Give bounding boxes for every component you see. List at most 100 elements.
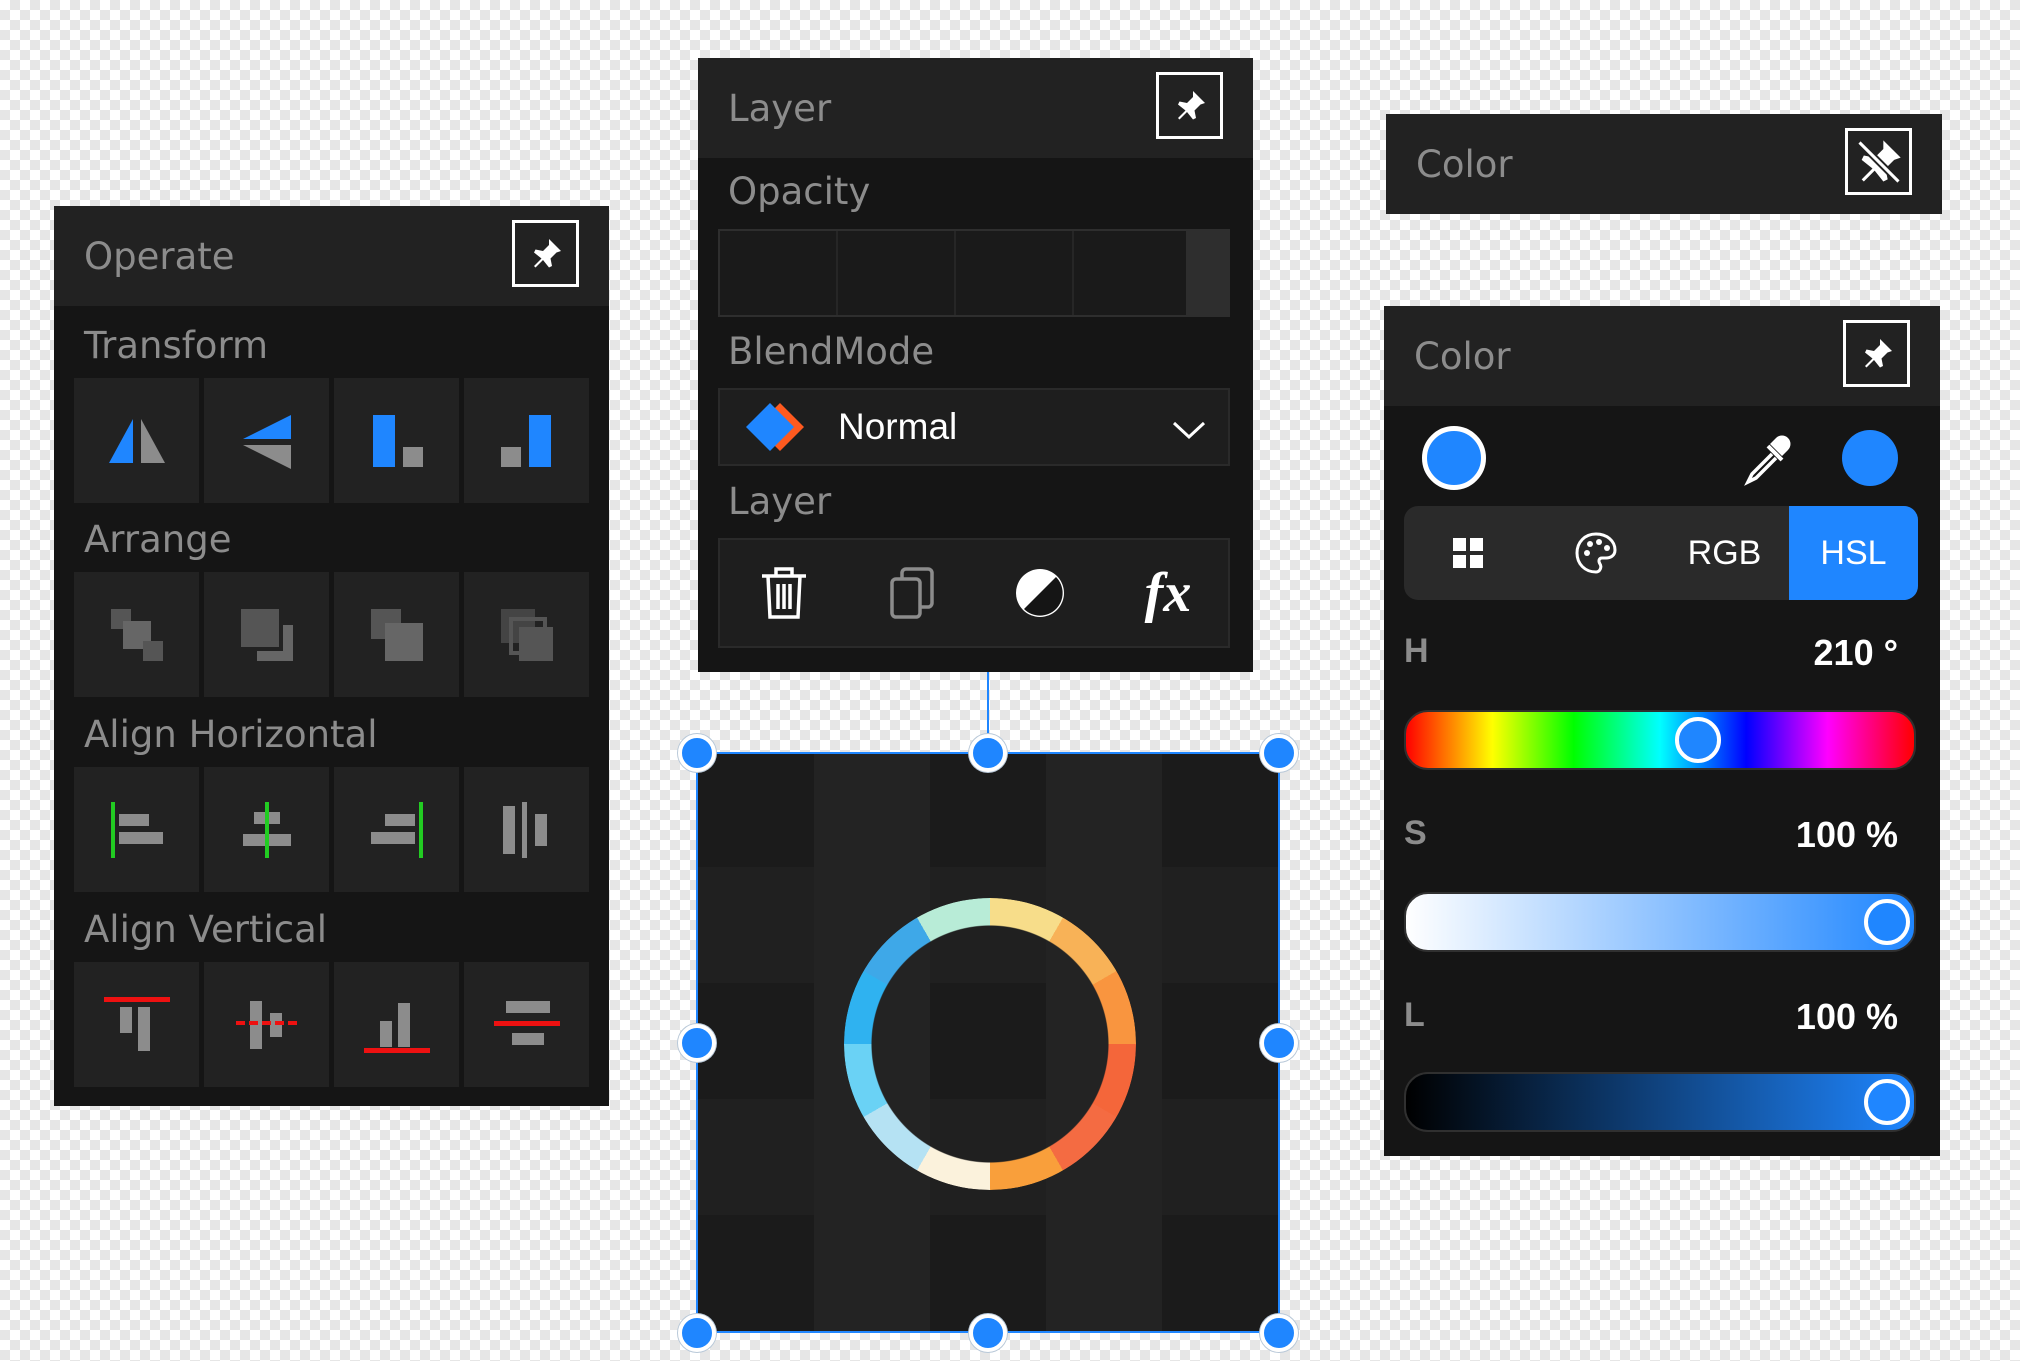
unpin-button[interactable] — [1845, 128, 1912, 195]
align-horizontal-section-label: Align Horizontal — [84, 713, 378, 756]
delete-button[interactable] — [720, 540, 848, 646]
align-right-icon — [370, 801, 423, 858]
flip-horizontal-icon — [108, 418, 165, 463]
lightness-slider[interactable] — [1404, 1072, 1916, 1132]
current-color-swatch[interactable] — [1422, 426, 1486, 490]
align-left-button[interactable] — [74, 767, 199, 892]
bring-to-front-icon — [110, 608, 163, 661]
hue-slider[interactable] — [1404, 710, 1916, 770]
resize-handle-top-left[interactable] — [678, 734, 716, 772]
tab-swatches[interactable] — [1404, 506, 1532, 600]
layer-panel-title: Layer — [728, 86, 832, 130]
resize-handle-left[interactable] — [678, 1024, 716, 1062]
fx-button[interactable]: fx — [1104, 540, 1232, 646]
canvas-object[interactable] — [696, 752, 1280, 1333]
color-mode-tabs: RGB HSL — [1404, 506, 1918, 600]
align-bottom-left-button[interactable] — [334, 378, 459, 503]
saturation-value: 100 % — [1795, 814, 1898, 855]
lightness-label: L — [1404, 996, 1425, 1034]
resize-handle-top-right[interactable] — [1260, 734, 1298, 772]
align-left-icon — [110, 801, 163, 858]
color-panel-header[interactable]: Color — [1384, 306, 1940, 406]
duplicate-icon — [890, 567, 934, 619]
align-vertical-section-label: Align Vertical — [84, 908, 328, 951]
send-backward-button[interactable] — [464, 572, 589, 697]
tab-rgb[interactable]: RGB — [1660, 506, 1789, 600]
resize-handle-bottom-right[interactable] — [1260, 1314, 1298, 1352]
selected-color-preview[interactable] — [1842, 430, 1898, 486]
saturation-slider[interactable] — [1404, 892, 1916, 952]
operate-panel: Operate Transform Arrange Align Horizont… — [54, 206, 609, 1106]
color-panel: Color RGB HSL H 210 ° S 100 % L 100 % — [1384, 306, 1940, 1156]
pin-icon — [1177, 90, 1205, 119]
resize-handle-top[interactable] — [969, 734, 1007, 772]
bring-forward-icon — [370, 608, 423, 661]
opacity-slider[interactable] — [718, 229, 1230, 317]
distribute-horizontal-button[interactable] — [464, 767, 589, 892]
flip-horizontal-button[interactable] — [74, 378, 199, 503]
fx-icon: fx — [1144, 562, 1192, 624]
pin-button[interactable] — [512, 220, 579, 287]
adjustment-icon — [1016, 569, 1064, 617]
align-bottom-right-icon — [500, 414, 551, 467]
color-panel-collapsed: Color — [1386, 114, 1942, 214]
blendmode-dropdown[interactable]: Normal — [718, 388, 1230, 466]
align-center-icon — [242, 801, 291, 858]
tab-palette[interactable] — [1532, 506, 1660, 600]
hue-label: H — [1404, 632, 1429, 670]
arrange-section-label: Arrange — [84, 518, 232, 561]
hue-slider-thumb[interactable] — [1675, 717, 1721, 763]
transform-section-label: Transform — [84, 324, 269, 367]
blendmode-label: BlendMode — [728, 330, 935, 373]
saturation-slider-thumb[interactable] — [1864, 899, 1910, 945]
distribute-horizontal-icon — [502, 801, 547, 858]
pin-button[interactable] — [1843, 320, 1910, 387]
opacity-slider-thumb[interactable] — [1186, 231, 1228, 315]
color-panel-collapsed-header[interactable]: Color — [1386, 114, 1942, 214]
operate-panel-header[interactable]: Operate — [54, 206, 609, 306]
layer-actions-label: Layer — [728, 480, 832, 523]
send-to-back-icon — [240, 608, 293, 661]
bring-to-front-button[interactable] — [74, 572, 199, 697]
layer-actions-bar: fx — [718, 538, 1230, 648]
flip-vertical-icon — [242, 414, 291, 469]
tab-hsl-label: HSL — [1820, 533, 1887, 572]
distribute-vertical-button[interactable] — [464, 962, 589, 1087]
tab-rgb-label: RGB — [1687, 533, 1762, 572]
align-bottom-right-button[interactable] — [464, 378, 589, 503]
send-backward-icon — [500, 608, 553, 661]
layer-panel-header[interactable]: Layer — [698, 58, 1253, 158]
lightness-slider-thumb[interactable] — [1864, 1079, 1910, 1125]
align-center-button[interactable] — [204, 767, 329, 892]
duplicate-button[interactable] — [848, 540, 976, 646]
chevron-down-icon — [1172, 421, 1206, 440]
resize-handle-right[interactable] — [1260, 1024, 1298, 1062]
delete-icon — [762, 567, 806, 619]
send-to-back-button[interactable] — [204, 572, 329, 697]
eyedropper-button[interactable] — [1736, 428, 1800, 492]
adjustment-button[interactable] — [976, 540, 1104, 646]
tab-hsl[interactable]: HSL — [1789, 506, 1918, 600]
eyedropper-icon — [1744, 435, 1791, 486]
color-ring — [844, 898, 1136, 1190]
blendmode-icon — [746, 403, 804, 451]
color-panel-collapsed-title: Color — [1416, 142, 1513, 186]
pin-icon — [533, 238, 561, 267]
opacity-track — [720, 231, 1180, 315]
bring-forward-button[interactable] — [334, 572, 459, 697]
align-middle-icon — [235, 1000, 298, 1049]
resize-handle-bottom-left[interactable] — [678, 1314, 716, 1352]
align-bottom-button[interactable] — [334, 962, 459, 1087]
blendmode-value: Normal — [838, 406, 958, 447]
palette-icon — [1575, 532, 1617, 574]
align-right-button[interactable] — [334, 767, 459, 892]
hue-value: 210 ° — [1813, 632, 1898, 673]
pin-button[interactable] — [1156, 72, 1223, 139]
flip-vertical-button[interactable] — [204, 378, 329, 503]
align-middle-button[interactable] — [204, 962, 329, 1087]
align-top-button[interactable] — [74, 962, 199, 1087]
pin-icon — [1864, 338, 1892, 367]
resize-handle-bottom[interactable] — [969, 1314, 1007, 1352]
align-bottom-icon — [363, 1002, 430, 1053]
color-panel-title: Color — [1414, 334, 1511, 378]
